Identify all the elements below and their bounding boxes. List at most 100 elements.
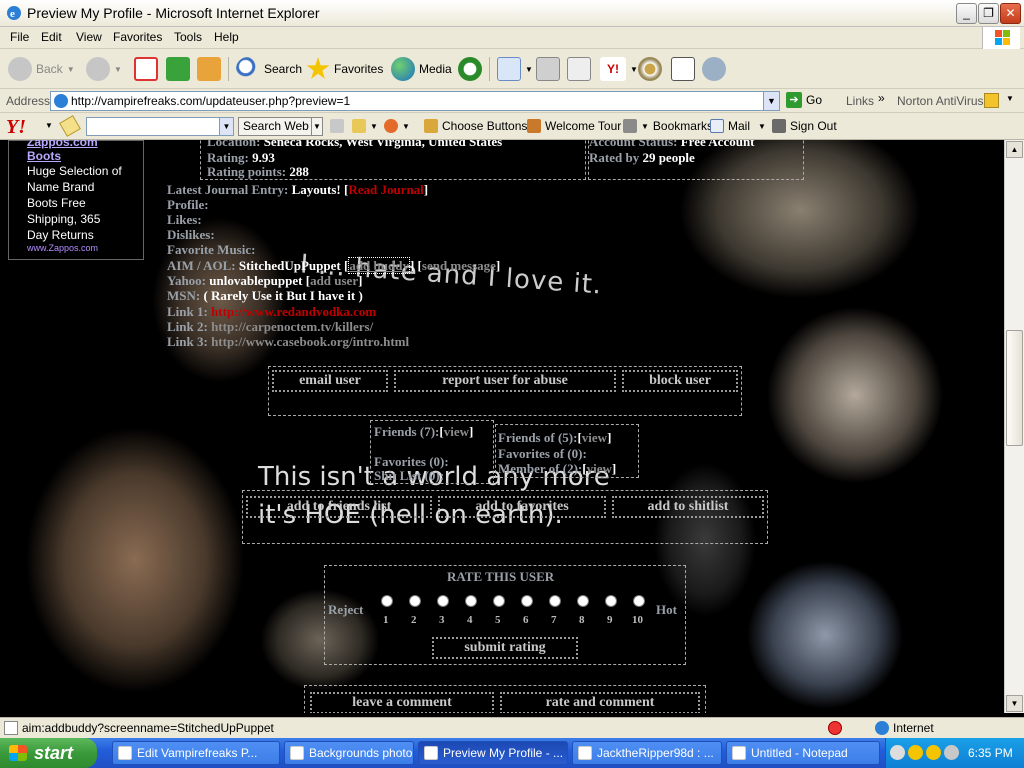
ad-url[interactable]: www.Zappos.com [27,243,125,253]
rating-radio-7[interactable] [549,595,561,607]
address-dropdown-icon[interactable]: ▼ [763,92,779,110]
bookmarks-button[interactable]: ▼ Bookmarks [623,119,713,133]
rating-radio-3[interactable] [437,595,449,607]
rating-radio-5[interactable] [493,595,505,607]
task-edit-vampirefreaks[interactable]: Edit Vampirefreaks P... [112,741,280,765]
zappos-ad[interactable]: Zappos.com Boots Huge Selection of Name … [8,140,144,260]
menu-view[interactable]: View [76,30,102,44]
go-button[interactable]: ➔ Go [786,92,822,108]
search-web-button[interactable]: Search Web [238,117,314,136]
rate-and-comment-button[interactable]: rate and comment [500,692,700,713]
pencil-button[interactable] [330,119,344,133]
view-member-of-link[interactable]: view [587,461,612,476]
email-user-button[interactable]: email user [272,370,388,392]
chevron-down-icon[interactable]: ▼ [45,121,53,130]
scrollbar-thumb[interactable] [1006,330,1023,446]
scroll-up-arrow-icon[interactable]: ▲ [1006,141,1023,158]
link-1[interactable]: http://www.redandvodka.com [211,304,376,319]
link-3[interactable]: http://www.casebook.org/intro.html [211,334,409,349]
flower-button[interactable] [638,55,662,83]
vertical-scrollbar[interactable]: ▲ ▼ [1004,140,1024,713]
start-button[interactable]: start [0,738,97,768]
favorites-button[interactable]: Favorites [306,55,383,83]
chevron-right-icon[interactable]: » [878,91,885,105]
choose-buttons-button[interactable]: Choose Buttons [424,119,527,133]
sign-out-button[interactable]: Sign Out [772,119,837,133]
yahoo-messenger-icon[interactable] [926,745,941,760]
chevron-down-icon[interactable]: ▼ [1006,94,1014,103]
stop-button[interactable] [134,55,158,83]
rating-radio-1[interactable] [381,595,393,607]
menu-edit[interactable]: Edit [41,30,62,44]
rating-radio-9[interactable] [605,595,617,607]
messenger-button[interactable] [671,55,695,83]
norton-icon[interactable] [984,93,999,108]
welcome-tour-button[interactable]: Welcome Tour [527,119,621,133]
rating-radio-8[interactable] [577,595,589,607]
add-to-shitlist-button[interactable]: add to shitlist [612,496,764,518]
yahoo-logo[interactable]: Y! [6,116,26,139]
send-message-link[interactable]: send message [422,258,496,273]
menu-tools[interactable]: Tools [174,30,202,44]
task-jacktheripper[interactable]: JacktheRipper98d : ... [572,741,722,765]
view-friends-link[interactable]: view [444,424,469,439]
forward-button[interactable]: ▼ [86,55,122,83]
norton-antivirus-button[interactable]: Norton AntiVirus [897,94,984,108]
menu-help[interactable]: Help [214,30,239,44]
rating-radio-6[interactable] [521,595,533,607]
submit-rating-button[interactable]: submit rating [432,637,578,659]
profile-label: Profile: [167,197,209,212]
minimize-button[interactable]: _ [956,3,977,24]
chevron-down-icon[interactable]: ▼ [758,122,766,131]
menu-file[interactable]: File [10,30,29,44]
scroll-down-arrow-icon[interactable]: ▼ [1006,695,1023,712]
add-buddy-link[interactable]: add buddy [348,257,410,274]
add-to-favorites-button[interactable]: add to favorites [438,496,606,518]
link-2[interactable]: http://carpenoctem.tv/killers/ [211,319,373,334]
home-button[interactable] [197,55,221,83]
mail-button[interactable]: Mail [710,119,750,133]
tray-arrow-icon[interactable] [890,745,905,760]
rating-radio-2[interactable] [409,595,421,607]
view-friends-of-link[interactable]: view [582,430,607,445]
chevron-down-icon[interactable]: ▼ [219,118,233,135]
edit-button[interactable] [567,55,591,83]
address-input[interactable]: http://vampirefreaks.com/updateuser.php?… [50,91,780,111]
print-button[interactable] [536,55,560,83]
maximize-button[interactable]: ❐ [978,3,999,24]
journal-entry: Layouts! [291,182,341,197]
links-button[interactable]: Links [846,94,874,108]
block-user-button[interactable]: block user [622,370,738,392]
report-user-button[interactable]: report user for abuse [394,370,616,392]
chevron-down-icon[interactable]: ▼ [311,117,323,136]
rating-radio-4[interactable] [465,595,477,607]
highlighter-icon[interactable] [59,115,81,137]
close-button[interactable]: ✕ [1000,3,1021,24]
back-button[interactable]: Back ▼ [8,55,75,83]
add-to-friends-button[interactable]: add to friends list [246,496,432,518]
media-button[interactable]: Media [391,55,452,83]
add-user-link[interactable]: add user [310,273,358,288]
network-icon[interactable] [944,745,959,760]
ad-title[interactable]: Zappos.com Boots [27,140,125,163]
yahoo-search-input[interactable]: ▼ [86,117,234,136]
messenger-smiley-icon[interactable] [908,745,923,760]
read-journal-link[interactable]: Read Journal [348,182,423,197]
discuss-button[interactable] [702,55,726,83]
yahoo-button[interactable]: Y! ▼ [600,55,638,83]
search-button[interactable]: Search [236,55,302,83]
task-notepad[interactable]: Untitled - Notepad [726,741,880,765]
refresh-button[interactable] [166,55,190,83]
history-icon [458,57,482,81]
mail-button[interactable]: ▼ [497,55,533,83]
layout-button[interactable]: ▼ [352,119,378,133]
task-preview-profile[interactable]: Preview My Profile - ... [418,741,568,765]
leave-comment-button[interactable]: leave a comment [310,692,494,713]
rating-radio-10[interactable] [633,595,645,607]
history-button[interactable] [458,55,482,83]
task-backgrounds-photo[interactable]: Backgrounds photo ... [284,741,414,765]
popup-blocked-icon[interactable] [828,721,842,735]
menu-favorites[interactable]: Favorites [113,30,162,44]
target-button[interactable]: ▼ [384,119,410,133]
hot-label: Hot [656,602,677,617]
